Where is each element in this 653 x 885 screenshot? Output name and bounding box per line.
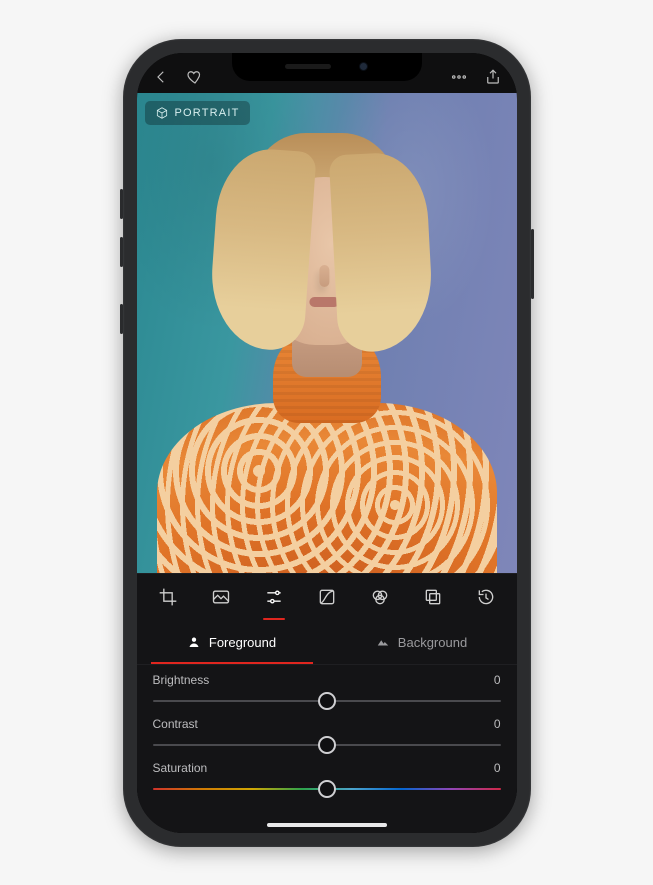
image-icon [211,587,231,607]
tool-frame[interactable] [416,580,450,614]
tool-crop[interactable] [151,580,185,614]
front-camera [359,62,368,71]
slider-knob[interactable] [318,780,336,798]
curves-icon [317,587,337,607]
tab-foreground-label: Foreground [209,635,276,650]
share-icon [484,68,502,86]
history-icon [476,587,496,607]
slider-label: Contrast [153,717,198,731]
crop-icon [158,587,178,607]
sliders-panel: Brightness 0 Contrast 0 [137,665,517,833]
speaker [285,64,331,69]
more-button[interactable] [449,67,469,87]
layer-tabs: Foreground Background [137,621,517,665]
tool-adjust[interactable] [257,580,291,614]
cube-icon [155,106,169,120]
slider-track-brightness[interactable] [153,691,501,711]
slider-knob[interactable] [318,736,336,754]
sliders-icon [264,587,284,607]
tool-history[interactable] [469,580,503,614]
slider-value: 0 [494,673,501,687]
slider-knob[interactable] [318,692,336,710]
mode-badge: PORTRAIT [145,101,250,125]
ellipsis-icon [450,68,468,86]
phone-frame: PORTRAIT [123,39,531,847]
slider-brightness: Brightness 0 [153,673,501,711]
tab-background-label: Background [398,635,467,650]
slider-label: Saturation [153,761,208,775]
tab-background[interactable]: Background [327,621,517,664]
venn-icon [370,587,390,607]
home-indicator[interactable] [267,823,387,827]
photo-canvas[interactable]: PORTRAIT [137,93,517,573]
slider-contrast: Contrast 0 [153,717,501,755]
chevron-left-icon [152,68,170,86]
person-icon [187,635,201,649]
notch [232,53,422,81]
tool-curves[interactable] [310,580,344,614]
favorite-button[interactable] [185,67,205,87]
photo-subject [147,193,507,573]
tool-strip [137,573,517,621]
slider-track-contrast[interactable] [153,735,501,755]
slider-track-saturation[interactable] [153,779,501,799]
app-screen: PORTRAIT [137,53,517,833]
slider-value: 0 [494,717,501,731]
slider-value: 0 [494,761,501,775]
phone-bezel: PORTRAIT [137,53,517,833]
tool-color-mix[interactable] [363,580,397,614]
mountain-icon [376,635,390,649]
back-button[interactable] [151,67,171,87]
slider-saturation: Saturation 0 [153,761,501,799]
layers-icon [423,587,443,607]
tab-foreground[interactable]: Foreground [137,621,327,664]
share-button[interactable] [483,67,503,87]
slider-label: Brightness [153,673,210,687]
mode-badge-label: PORTRAIT [175,107,240,119]
tool-presets[interactable] [204,580,238,614]
heart-icon [186,68,204,86]
